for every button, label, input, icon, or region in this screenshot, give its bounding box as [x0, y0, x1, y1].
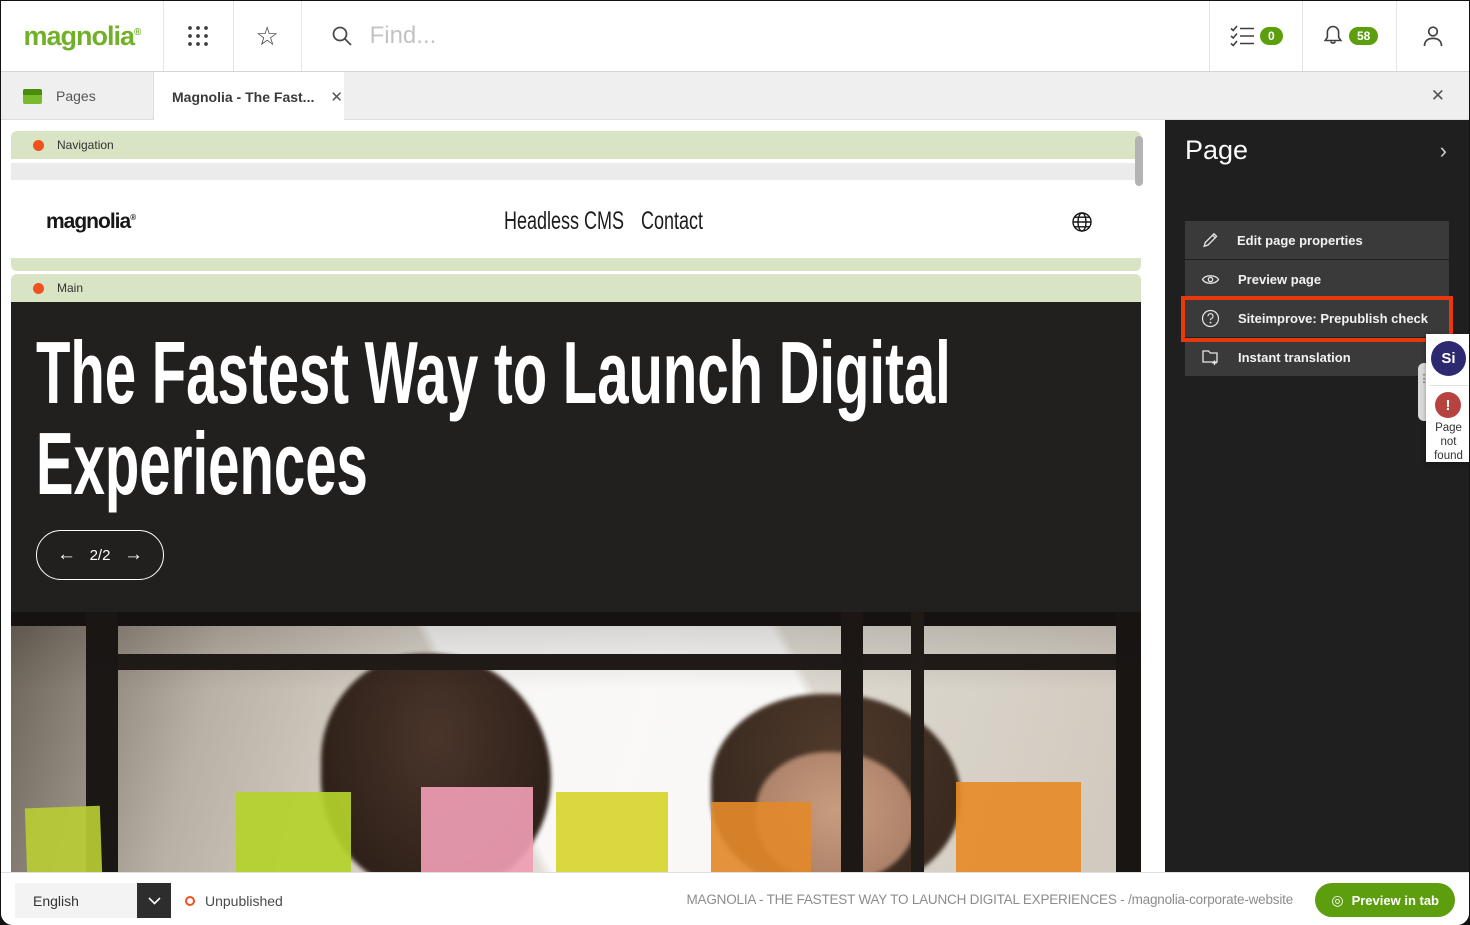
hero-section: The Fastest Way to Launch Digital Experi… — [11, 302, 1141, 874]
action-preview-page[interactable]: Preview page — [1185, 260, 1449, 298]
component-marker-icon — [33, 140, 44, 151]
publication-status: Unpublished — [185, 883, 283, 918]
navigation-area-end-strip[interactable] — [11, 258, 1141, 271]
preview-in-tab-button[interactable]: ◎ Preview in tab — [1315, 883, 1455, 917]
page-breadcrumb: MAGNOLIA - THE FASTEST WAY TO LAUNCH DIG… — [687, 873, 1293, 925]
page-action-panel: Page › Edit page properties Preview page… — [1165, 120, 1469, 872]
language-globe-button[interactable] — [1071, 211, 1093, 238]
magnolia-logo: magnolia® — [23, 21, 140, 52]
tab-close-icon[interactable]: ✕ — [330, 88, 343, 106]
nav-link-contact[interactable]: Contact — [641, 207, 703, 236]
notifications-count-badge: 58 — [1349, 27, 1378, 45]
widget-divider — [1429, 385, 1468, 386]
tab-page-editor[interactable]: Magnolia - The Fast... ✕ — [154, 72, 344, 121]
site-registered-mark: ® — [130, 213, 135, 222]
find-bar[interactable] — [301, 1, 1210, 71]
language-value: English — [15, 883, 137, 918]
user-menu-button[interactable] — [1396, 1, 1469, 71]
active-tab-label: Magnolia - The Fast... — [172, 89, 314, 105]
globe-icon — [1071, 211, 1093, 233]
page-editor-workspace: Navigation magnolia® Headless CMS Contac… — [1, 120, 1165, 872]
action-instant-translation[interactable]: Instant translation — [1185, 338, 1449, 376]
action-edit-page-properties[interactable]: Edit page properties — [1185, 221, 1449, 259]
page-preview: Navigation magnolia® Headless CMS Contac… — [11, 131, 1141, 874]
site-logo[interactable]: magnolia® — [46, 210, 135, 234]
hero-photo — [11, 612, 1141, 874]
panel-title: Page — [1185, 135, 1248, 166]
app-header: magnolia® ☆ — [1, 1, 1469, 72]
siteimprove-status: Page not found — [1426, 421, 1469, 463]
pencil-icon — [1201, 231, 1219, 249]
star-icon: ☆ — [255, 21, 278, 52]
bell-icon — [1321, 24, 1345, 48]
search-icon — [330, 24, 354, 48]
chevron-down-icon — [137, 883, 171, 918]
notifications-button[interactable]: 58 — [1302, 1, 1396, 71]
pages-tab-label: Pages — [56, 88, 96, 104]
action-label: Instant translation — [1238, 350, 1351, 365]
translate-folder-icon — [1201, 348, 1220, 366]
main-component-label: Main — [57, 281, 83, 295]
photo-shade — [11, 612, 1141, 874]
status-label: Unpublished — [205, 893, 283, 909]
siteimprove-badge[interactable]: Si — [1431, 341, 1466, 376]
tab-pages-app[interactable]: Pages — [1, 72, 154, 120]
question-circle-icon — [1201, 309, 1220, 328]
tasks-count-badge: 0 — [1260, 27, 1283, 45]
hero-title: The Fastest Way to Launch Digital Experi… — [36, 328, 970, 509]
user-icon — [1420, 23, 1446, 49]
tasks-button[interactable]: 0 — [1209, 1, 1302, 71]
magnolia-app-window: magnolia® ☆ — [1, 1, 1469, 925]
main-component-bar[interactable]: Main — [11, 274, 1141, 302]
registered-mark: ® — [134, 27, 140, 38]
tab-bar: Pages Magnolia - The Fast... ✕ ✕ — [1, 72, 1469, 120]
empty-component-strip[interactable] — [11, 163, 1141, 180]
action-label: Edit page properties — [1237, 233, 1363, 248]
component-marker-icon — [33, 283, 44, 294]
site-navigation-row: magnolia® Headless CMS Contact — [11, 191, 1141, 255]
checklist-icon — [1230, 25, 1256, 47]
language-select[interactable]: English — [15, 883, 171, 918]
navigation-component-label: Navigation — [57, 138, 114, 152]
action-label: Preview page — [1238, 272, 1321, 287]
action-siteimprove-prepublish-check[interactable]: Siteimprove: Prepublish check — [1185, 299, 1449, 337]
carousel-prev-icon[interactable]: ← — [57, 544, 76, 566]
preview-eye-icon: ◎ — [1331, 892, 1343, 909]
siteimprove-widget: Si ! Page not found — [1426, 334, 1469, 462]
preview-scrollbar[interactable] — [1135, 136, 1143, 186]
error-icon: ! — [1435, 392, 1461, 418]
chevron-right-icon[interactable]: › — [1440, 138, 1447, 164]
favorites-button[interactable]: ☆ — [233, 1, 301, 71]
app-launcher-button[interactable] — [163, 1, 233, 71]
status-bar: English Unpublished MAGNOLIA - THE FASTE… — [1, 872, 1469, 925]
nav-link-headless-cms[interactable]: Headless CMS — [504, 207, 624, 236]
pages-app-icon — [23, 89, 42, 104]
navigation-component-bar[interactable]: Navigation — [11, 131, 1141, 159]
subapp-close-icon[interactable]: ✕ — [1431, 86, 1445, 106]
carousel-next-icon[interactable]: → — [124, 544, 143, 566]
search-input[interactable] — [370, 22, 1070, 50]
carousel-position: 2/2 — [90, 547, 111, 564]
app-logo[interactable]: magnolia® — [1, 1, 163, 71]
preview-button-label: Preview in tab — [1352, 893, 1439, 908]
eye-icon — [1201, 272, 1220, 287]
grid-icon — [185, 23, 211, 49]
unpublished-status-icon — [185, 896, 195, 906]
action-label: Siteimprove: Prepublish check — [1238, 311, 1428, 326]
carousel-control: ← 2/2 → — [36, 530, 164, 580]
